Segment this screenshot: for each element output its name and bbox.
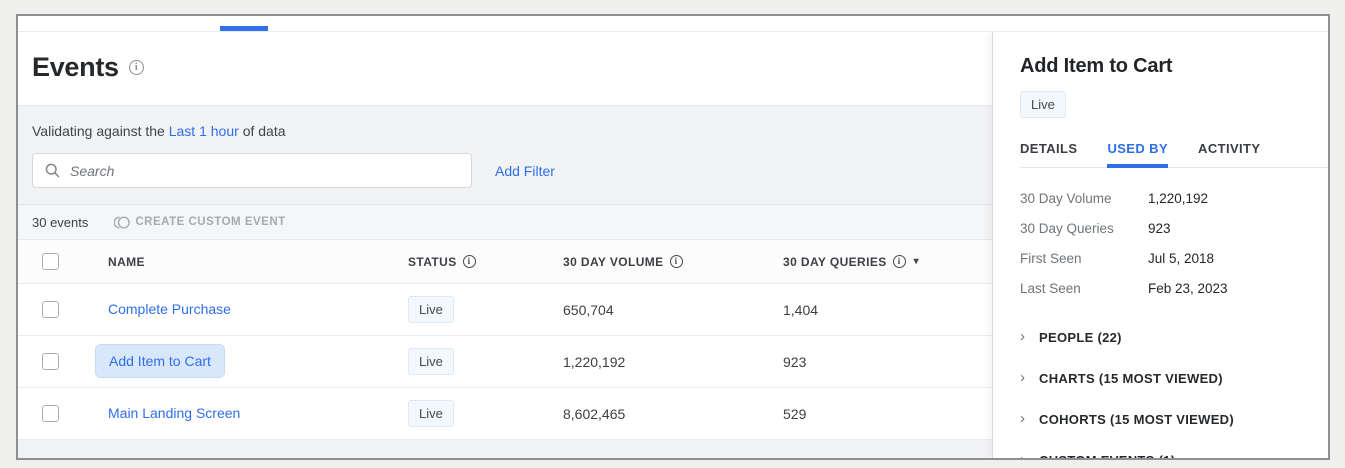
stat-label: 30 Day Volume (1020, 191, 1148, 206)
chevron-right-icon: › (1020, 411, 1025, 426)
status-badge: Live (408, 348, 454, 375)
search-box[interactable] (32, 153, 472, 188)
top-nav-strip (18, 16, 1328, 32)
add-filter-link[interactable]: Add Filter (495, 163, 555, 179)
chevron-right-icon: › (1020, 370, 1025, 385)
events-main-area: Events i Validating against the Last 1 h… (18, 32, 992, 458)
section-label: COHORTS (15 MOST VIEWED) (1039, 412, 1234, 427)
stat-first-seen: First Seen Jul 5, 2018 (1020, 251, 1304, 266)
events-table: 30 events CREATE CUSTOM EVENT NAM (18, 204, 992, 440)
row-checkbox[interactable] (42, 301, 59, 318)
search-icon (45, 163, 60, 178)
queries-info-icon[interactable]: i (893, 255, 906, 268)
related-sections: › PEOPLE (22) › CHARTS (15 MOST VIEWED) … (1020, 317, 1304, 458)
queries-cell: 1,404 (783, 302, 992, 318)
section-cohorts[interactable]: › COHORTS (15 MOST VIEWED) (1020, 399, 1304, 440)
create-custom-event-label: CREATE CUSTOM EVENT (135, 216, 285, 228)
validation-range-text: Validating against the Last 1 hour of da… (32, 123, 978, 139)
events-info-icon[interactable]: i (129, 60, 144, 75)
column-header-queries[interactable]: 30 DAY QUERIES i ▾ (783, 255, 992, 269)
column-header-status[interactable]: STATUS i (408, 255, 563, 269)
custom-event-icon (114, 216, 130, 229)
panel-title: Add Item to Cart (1020, 55, 1304, 78)
event-detail-panel: Add Item to Cart Live DETAILS USED BY AC… (992, 32, 1328, 458)
usage-stats: 30 Day Volume 1,220,192 30 Day Queries 9… (1020, 191, 1304, 296)
tab-activity[interactable]: ACTIVITY (1198, 135, 1260, 167)
volume-cell: 8,602,465 (563, 406, 783, 422)
queries-cell: 529 (783, 406, 992, 422)
stat-value: Jul 5, 2018 (1148, 251, 1214, 266)
stat-30-day-volume: 30 Day Volume 1,220,192 (1020, 191, 1304, 206)
row-checkbox[interactable] (42, 405, 59, 422)
status-info-icon[interactable]: i (463, 255, 476, 268)
section-label: PEOPLE (22) (1039, 330, 1122, 345)
stat-value: 1,220,192 (1148, 191, 1208, 206)
panel-status-badge: Live (1020, 91, 1066, 118)
volume-cell: 1,220,192 (563, 354, 783, 370)
stat-last-seen: Last Seen Feb 23, 2023 (1020, 281, 1304, 296)
queries-cell: 923 (783, 354, 992, 370)
status-badge: Live (408, 296, 454, 323)
section-custom-events[interactable]: › CUSTOM EVENTS (1) (1020, 440, 1304, 458)
stat-value: 923 (1148, 221, 1171, 236)
search-row: Add Filter (32, 153, 978, 188)
volume-cell: 650,704 (563, 302, 783, 318)
sort-desc-icon[interactable]: ▾ (914, 256, 919, 267)
main-body: Validating against the Last 1 hour of da… (18, 106, 992, 458)
stat-value: Feb 23, 2023 (1148, 281, 1228, 296)
stat-label: Last Seen (1020, 281, 1148, 296)
validation-prefix: Validating against the (32, 123, 165, 139)
stat-label: First Seen (1020, 251, 1148, 266)
validation-range-link[interactable]: Last 1 hour (169, 123, 239, 139)
page-title: Events (32, 52, 119, 83)
column-header-name[interactable]: NAME (108, 255, 408, 269)
table-row[interactable]: Main Landing Screen Live 8,602,465 529 (18, 388, 992, 440)
panel-tabs: DETAILS USED BY ACTIVITY (1020, 135, 1328, 168)
table-row[interactable]: Complete Purchase Live 650,704 1,404 (18, 284, 992, 336)
table-row-selected[interactable]: Add Item to Cart Live 1,220,192 923 (18, 336, 992, 388)
validation-suffix: of data (243, 123, 286, 139)
stat-30-day-queries: 30 Day Queries 923 (1020, 221, 1304, 236)
select-all-checkbox[interactable] (42, 253, 59, 270)
page-header: Events i (18, 32, 992, 106)
volume-info-icon[interactable]: i (670, 255, 683, 268)
section-label: CHARTS (15 MOST VIEWED) (1039, 371, 1223, 386)
active-top-tab-indicator (220, 26, 268, 31)
table-header-row: NAME STATUS i 30 DAY VOLUME i 30 DAY QUE… (18, 240, 992, 284)
chevron-right-icon: › (1020, 452, 1025, 458)
table-toolbar: 30 events CREATE CUSTOM EVENT (18, 205, 992, 240)
row-checkbox[interactable] (42, 353, 59, 370)
stat-label: 30 Day Queries (1020, 221, 1148, 236)
section-charts[interactable]: › CHARTS (15 MOST VIEWED) (1020, 358, 1304, 399)
event-name-link[interactable]: Main Landing Screen (108, 405, 240, 421)
tab-used-by[interactable]: USED BY (1107, 135, 1168, 168)
create-custom-event-button[interactable]: CREATE CUSTOM EVENT (114, 216, 285, 229)
tab-details[interactable]: DETAILS (1020, 135, 1077, 167)
events-count: 30 events (32, 215, 88, 230)
chevron-right-icon: › (1020, 329, 1025, 344)
search-input[interactable] (70, 163, 459, 179)
event-name-link[interactable]: Complete Purchase (108, 301, 231, 317)
column-header-volume[interactable]: 30 DAY VOLUME i (563, 255, 783, 269)
section-label: CUSTOM EVENTS (1) (1039, 453, 1175, 458)
status-badge: Live (408, 400, 454, 427)
section-people[interactable]: › PEOPLE (22) (1020, 317, 1304, 358)
app-window: Events i Validating against the Last 1 h… (16, 14, 1330, 460)
event-name-link-selected[interactable]: Add Item to Cart (95, 344, 225, 378)
